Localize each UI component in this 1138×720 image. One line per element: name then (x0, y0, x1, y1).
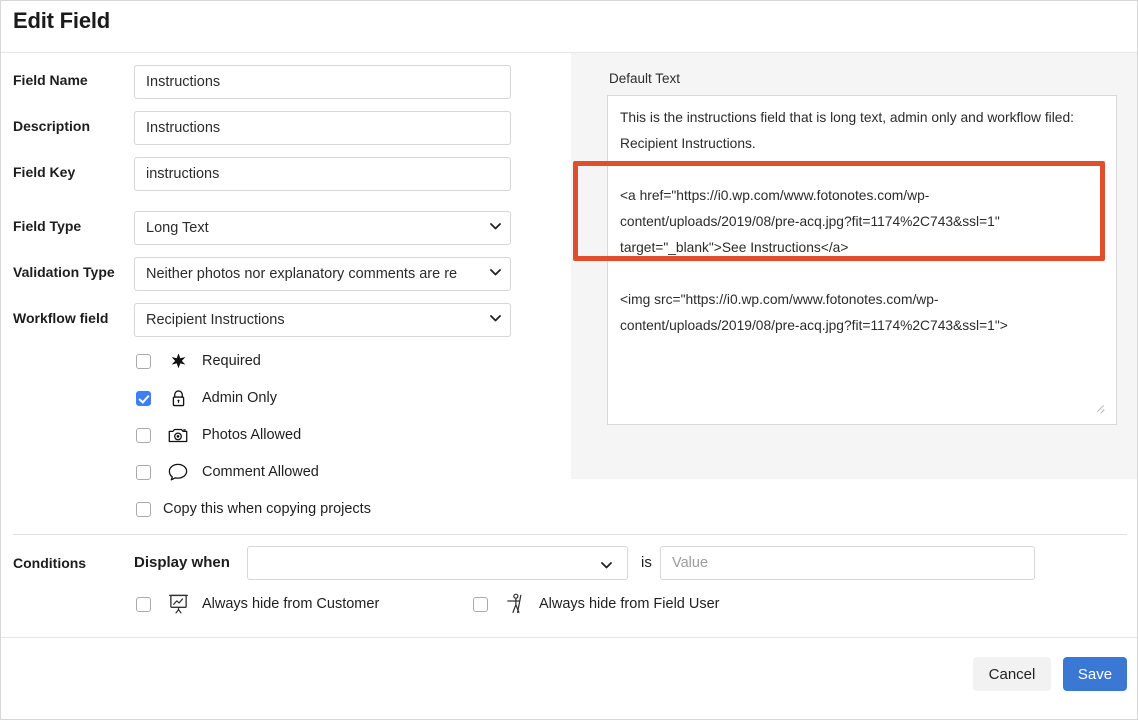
form-row-validation-type: Validation Type Neither photos nor expla… (1, 257, 571, 291)
field-key-input[interactable]: instructions (134, 157, 511, 191)
photos-allowed-checkbox[interactable] (136, 427, 151, 443)
comment-allowed-label: Comment Allowed (202, 464, 319, 480)
required-label: Required (202, 353, 261, 369)
field-name-input[interactable]: Instructions (134, 65, 511, 99)
camera-icon (165, 426, 191, 445)
description-input[interactable]: Instructions (134, 111, 511, 145)
conditions-label: Conditions (13, 555, 87, 571)
condition-value-input[interactable] (660, 546, 1035, 580)
default-text-panel: Default Text This is the instructions fi… (571, 53, 1137, 479)
form-row-workflow-field: Workflow field Recipient Instructions (1, 303, 571, 337)
checkbox-row-required[interactable]: Required (136, 348, 261, 374)
field-name-label: Field Name (13, 72, 88, 88)
field-key-label: Field Key (13, 164, 76, 180)
validation-type-select[interactable]: Neither photos nor explanatory comments … (134, 257, 511, 291)
is-label: is (641, 554, 652, 571)
checkbox-row-comment-allowed[interactable]: Comment Allowed (136, 459, 319, 485)
workflow-field-label: Workflow field (13, 310, 109, 326)
lock-icon (165, 389, 191, 408)
dialog-footer: Cancel Save (1, 637, 1137, 719)
presentation-chart-icon (165, 593, 191, 615)
admin-only-label: Admin Only (202, 390, 277, 406)
display-when-label: Display when (134, 554, 230, 571)
field-type-select[interactable]: Long Text (134, 211, 511, 245)
dialog-header: Edit Field (1, 1, 1137, 53)
hide-from-customer-checkbox[interactable] (136, 596, 151, 612)
photos-allowed-label: Photos Allowed (202, 427, 302, 443)
field-worker-icon (502, 593, 528, 615)
hide-from-field-user-checkbox[interactable] (473, 596, 488, 612)
section-divider (13, 534, 1127, 535)
display-when-select[interactable] (247, 546, 628, 580)
checkbox-row-hide-from-field-user[interactable]: Always hide from Field User (473, 591, 720, 617)
validation-type-label: Validation Type (13, 264, 115, 280)
checkbox-row-admin-only[interactable]: Admin Only (136, 385, 277, 411)
form-row-field-type: Field Type Long Text (1, 211, 571, 245)
save-button[interactable]: Save (1063, 657, 1127, 691)
default-text-label: Default Text (609, 71, 681, 86)
hide-from-field-user-label: Always hide from Field User (539, 596, 720, 612)
hide-from-customer-label: Always hide from Customer (202, 596, 380, 612)
form-row-field-name: Field Name Instructions (1, 65, 571, 99)
default-text-textarea[interactable]: This is the instructions field that is l… (607, 95, 1117, 425)
checkbox-row-copy-projects[interactable]: Copy this when copying projects (136, 496, 371, 522)
edit-field-dialog: Edit Field Default Text This is the inst… (0, 0, 1138, 720)
copy-projects-label: Copy this when copying projects (163, 501, 371, 517)
form-row-description: Description Instructions (1, 111, 571, 145)
checkbox-row-photos-allowed[interactable]: Photos Allowed (136, 422, 301, 448)
form-row-field-key: Field Key instructions (1, 157, 571, 191)
copy-projects-checkbox[interactable] (136, 501, 151, 517)
checkbox-row-hide-from-customer[interactable]: Always hide from Customer (136, 591, 379, 617)
required-checkbox[interactable] (136, 353, 151, 369)
admin-only-checkbox[interactable] (136, 390, 151, 406)
cancel-button[interactable]: Cancel (973, 657, 1051, 691)
comment-allowed-checkbox[interactable] (136, 464, 151, 480)
star-icon (165, 352, 191, 371)
description-label: Description (13, 118, 91, 134)
comment-icon (165, 462, 191, 482)
field-type-label: Field Type (13, 218, 82, 234)
page-title: Edit Field (13, 8, 111, 33)
workflow-field-select[interactable]: Recipient Instructions (134, 303, 511, 337)
